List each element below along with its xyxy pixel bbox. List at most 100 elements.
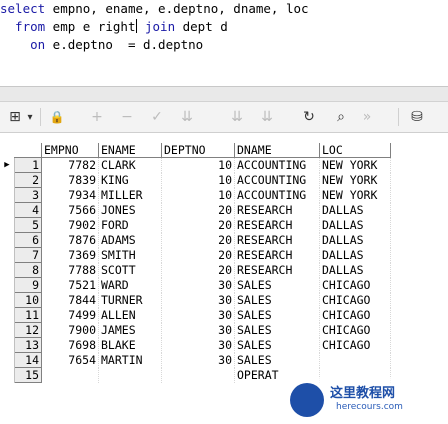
cell-loc[interactable]: DALLAS — [319, 247, 391, 263]
table-row[interactable]: 9 7521 WARD 30 SALES CHICAGO — [0, 277, 391, 293]
cell-deptno[interactable]: 30 — [161, 322, 235, 338]
cell-ename[interactable]: BLAKE — [98, 337, 162, 353]
cell-deptno[interactable]: 30 — [161, 352, 235, 368]
splitter-bar[interactable] — [0, 87, 448, 102]
row-number[interactable]: 1 — [14, 157, 42, 173]
column-header-ename[interactable]: ENAME — [98, 143, 162, 158]
row-number[interactable]: 14 — [14, 352, 42, 368]
table-row[interactable]: 12 7900 JAMES 30 SALES CHICAGO — [0, 322, 391, 338]
table-row[interactable]: 3 7934 MILLER 10 ACCOUNTING NEW YORK — [0, 187, 391, 203]
cell-dname[interactable]: RESEARCH — [234, 262, 320, 278]
cell-deptno[interactable]: 20 — [161, 217, 235, 233]
cell-ename[interactable]: SCOTT — [98, 262, 162, 278]
cell-deptno[interactable]: 20 — [161, 247, 235, 263]
cell-deptno[interactable]: 30 — [161, 277, 235, 293]
cell-deptno[interactable]: 30 — [161, 337, 235, 353]
table-row[interactable]: 5 7902 FORD 20 RESEARCH DALLAS — [0, 217, 391, 233]
cell-loc[interactable]: CHICAGO — [319, 307, 391, 323]
table-row[interactable]: 13 7698 BLAKE 30 SALES CHICAGO — [0, 337, 391, 353]
cell-deptno[interactable] — [161, 367, 235, 383]
cell-ename[interactable]: CLARK — [98, 157, 162, 173]
cell-loc[interactable]: DALLAS — [319, 262, 391, 278]
cell-ename[interactable]: WARD — [98, 277, 162, 293]
cell-dname[interactable]: RESEARCH — [234, 202, 320, 218]
row-number[interactable]: 6 — [14, 232, 42, 248]
cell-empno[interactable]: 7900 — [41, 322, 99, 338]
cell-deptno[interactable]: 10 — [161, 157, 235, 173]
table-row[interactable]: 11 7499 ALLEN 30 SALES CHICAGO — [0, 307, 391, 323]
table-row[interactable]: 2 7839 KING 10 ACCOUNTING NEW YORK — [0, 172, 391, 188]
cell-dname[interactable]: RESEARCH — [234, 217, 320, 233]
cell-empno[interactable]: 7369 — [41, 247, 99, 263]
cell-empno[interactable]: 7844 — [41, 292, 99, 308]
row-number[interactable]: 12 — [14, 322, 42, 338]
cell-deptno[interactable]: 30 — [161, 307, 235, 323]
cell-empno[interactable]: 7934 — [41, 187, 99, 203]
cell-deptno[interactable]: 10 — [161, 172, 235, 188]
binoculars-icon[interactable]: ⌕ — [332, 108, 350, 126]
table-row[interactable]: ▶ 1 7782 CLARK 10 ACCOUNTING NEW YORK — [0, 157, 391, 173]
grid-icon[interactable]: ⊞ — [6, 108, 24, 126]
row-number[interactable]: 7 — [14, 247, 42, 263]
row-number[interactable]: 13 — [14, 337, 42, 353]
cell-ename[interactable]: ADAMS — [98, 232, 162, 248]
row-number[interactable]: 2 — [14, 172, 42, 188]
cell-loc[interactable]: DALLAS — [319, 217, 391, 233]
row-number[interactable]: 5 — [14, 217, 42, 233]
cell-deptno[interactable]: 20 — [161, 202, 235, 218]
cell-ename[interactable]: MILLER — [98, 187, 162, 203]
cell-deptno[interactable]: 20 — [161, 262, 235, 278]
cell-empno[interactable] — [41, 367, 99, 383]
cell-dname[interactable]: ACCOUNTING — [234, 157, 320, 173]
cell-empno[interactable]: 7698 — [41, 337, 99, 353]
table-row[interactable]: 14 7654 MARTIN 30 SALES — [0, 352, 391, 368]
cell-empno[interactable]: 7876 — [41, 232, 99, 248]
cell-ename[interactable]: JAMES — [98, 322, 162, 338]
table-row[interactable]: 6 7876 ADAMS 20 RESEARCH DALLAS — [0, 232, 391, 248]
cell-empno[interactable]: 7566 — [41, 202, 99, 218]
row-number[interactable]: 8 — [14, 262, 42, 278]
cell-empno[interactable]: 7839 — [41, 172, 99, 188]
cell-loc[interactable]: DALLAS — [319, 232, 391, 248]
column-header-dname[interactable]: DNAME — [234, 143, 320, 158]
cell-dname[interactable]: RESEARCH — [234, 247, 320, 263]
cell-empno[interactable]: 7902 — [41, 217, 99, 233]
cell-loc[interactable]: NEW YORK — [319, 172, 391, 188]
cell-dname[interactable]: SALES — [234, 292, 320, 308]
refresh-icon[interactable]: ↻ — [300, 108, 318, 126]
cell-empno[interactable]: 7654 — [41, 352, 99, 368]
chevron-down-icon[interactable]: ▾ — [25, 108, 35, 126]
column-header-deptno[interactable]: DEPTNO — [161, 143, 235, 158]
table-row[interactable]: 8 7788 SCOTT 20 RESEARCH DALLAS — [0, 262, 391, 278]
table-row[interactable]: 7 7369 SMITH 20 RESEARCH DALLAS — [0, 247, 391, 263]
cell-ename[interactable]: MARTIN — [98, 352, 162, 368]
cell-empno[interactable]: 7521 — [41, 277, 99, 293]
cell-deptno[interactable]: 20 — [161, 232, 235, 248]
sql-editor[interactable]: select empno, ename, e.deptno, dname, lo… — [0, 0, 448, 80]
cell-empno[interactable]: 7782 — [41, 157, 99, 173]
cell-empno[interactable]: 7499 — [41, 307, 99, 323]
cell-ename[interactable]: TURNER — [98, 292, 162, 308]
cell-dname[interactable]: SALES — [234, 307, 320, 323]
cell-ename[interactable]: ALLEN — [98, 307, 162, 323]
cell-loc[interactable]: CHICAGO — [319, 337, 391, 353]
row-number[interactable]: 4 — [14, 202, 42, 218]
cell-loc[interactable]: CHICAGO — [319, 322, 391, 338]
cell-loc[interactable] — [319, 352, 391, 368]
row-number[interactable]: 10 — [14, 292, 42, 308]
table-row[interactable]: 4 7566 JONES 20 RESEARCH DALLAS — [0, 202, 391, 218]
row-number[interactable]: 9 — [14, 277, 42, 293]
table-row[interactable]: 10 7844 TURNER 30 SALES CHICAGO — [0, 292, 391, 308]
cell-loc[interactable]: NEW YORK — [319, 187, 391, 203]
cell-loc[interactable]: CHICAGO — [319, 292, 391, 308]
database-icon[interactable]: ⛁ — [408, 108, 426, 126]
row-number[interactable]: 11 — [14, 307, 42, 323]
cell-dname[interactable]: ACCOUNTING — [234, 172, 320, 188]
cell-dname[interactable]: SALES — [234, 277, 320, 293]
column-header-empno[interactable]: EMPNO — [41, 143, 99, 158]
cell-dname[interactable]: SALES — [234, 322, 320, 338]
cell-dname[interactable]: ACCOUNTING — [234, 187, 320, 203]
column-header-loc[interactable]: LOC — [319, 143, 391, 158]
cell-deptno[interactable]: 10 — [161, 187, 235, 203]
cell-ename[interactable]: JONES — [98, 202, 162, 218]
